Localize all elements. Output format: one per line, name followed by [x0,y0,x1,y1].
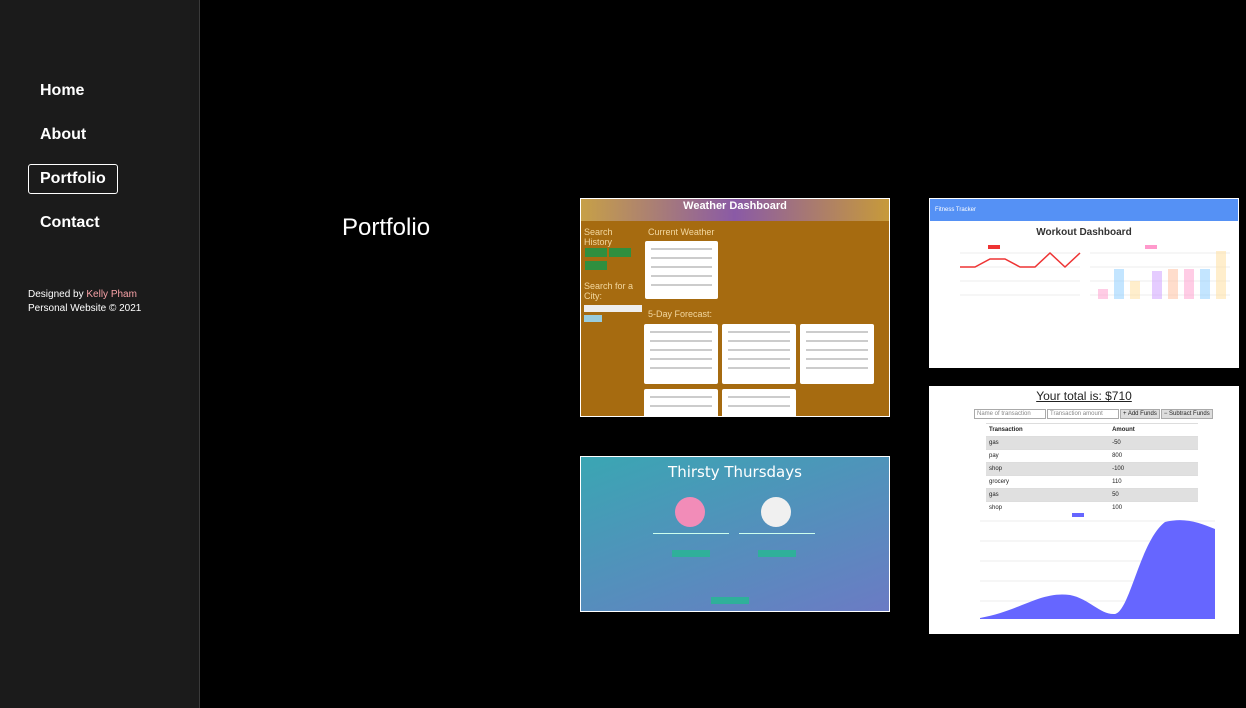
nav-contact[interactable]: Contact [28,208,118,238]
nav-portfolio[interactable]: Portfolio [28,164,118,194]
designed-by-label: Designed by [28,289,84,300]
beer-search-button[interactable] [758,550,796,557]
thirsty-title: Thirsty Thursdays [668,463,802,481]
budget-total: Your total is: $710 [1036,389,1132,403]
table-row: shop -100 [986,462,1198,476]
transaction-amount-input[interactable]: Transaction amount [1047,409,1119,419]
workout-app-bar: Fitness Tracker [930,199,1238,221]
budget-form: Name of transaction Transaction amount + A… [974,409,1214,419]
forecast-label: 5-Day Forecast: [648,309,713,319]
project-thirsty-thursdays[interactable]: Thirsty Thursdays [580,456,890,612]
nav-home[interactable]: Home [28,76,118,106]
table-header: Transaction [986,423,1110,437]
back-button[interactable] [711,597,749,604]
forecast-card [800,324,874,384]
transaction-name-input[interactable]: Name of transaction [974,409,1046,419]
table-header: Amount [1109,423,1198,437]
cocktail-search-button[interactable] [672,550,710,557]
search-city-label: Search for a City: [584,281,634,301]
table-row: pay 800 [986,449,1198,463]
sidebar: Home About Portfolio Contact Designed by… [0,0,200,708]
project-workout-dashboard[interactable]: Fitness Tracker Workout Dashboard [929,198,1239,368]
add-funds-button[interactable]: + Add Funds [1120,409,1160,419]
project-weather-dashboard[interactable]: Weather Dashboard Search History Search … [580,198,890,417]
designer-name: Kelly Pham [86,289,137,300]
workout-charts [960,245,1230,299]
copyright: Personal Website © 2021 [28,303,142,314]
forecast-card [644,324,718,384]
search-history-label: Search History [584,227,613,247]
nav-about[interactable]: About [28,120,118,150]
forecast-card [722,324,796,384]
table-row: grocery 110 [986,475,1198,489]
forecast-card [644,389,718,416]
table-row: gas 50 [986,488,1198,502]
budget-chart [980,513,1215,619]
credits: Designed by Kelly Pham Personal Website … [28,288,141,316]
project-budget-tracker[interactable]: Your total is: $710 Name of transaction T… [929,386,1239,634]
beer-icon [761,497,791,527]
weather-sidebar: Search History Search for a City: [584,227,642,322]
current-weather-label: Current Weather [648,227,715,237]
subtract-funds-button[interactable]: − Subtract Funds [1160,409,1213,419]
cocktail-icon [675,497,705,527]
weather-title: Weather Dashboard [581,199,889,221]
table-row: gas -50 [986,436,1198,450]
workout-title: Workout Dashboard [1036,227,1132,238]
page-title: Portfolio [342,214,431,241]
current-weather-card [645,241,718,299]
forecast-card [722,389,796,416]
main-nav: Home About Portfolio Contact [28,76,118,252]
transaction-table: Transaction Amount gas -50 pay 800 shop -100… [986,423,1198,514]
